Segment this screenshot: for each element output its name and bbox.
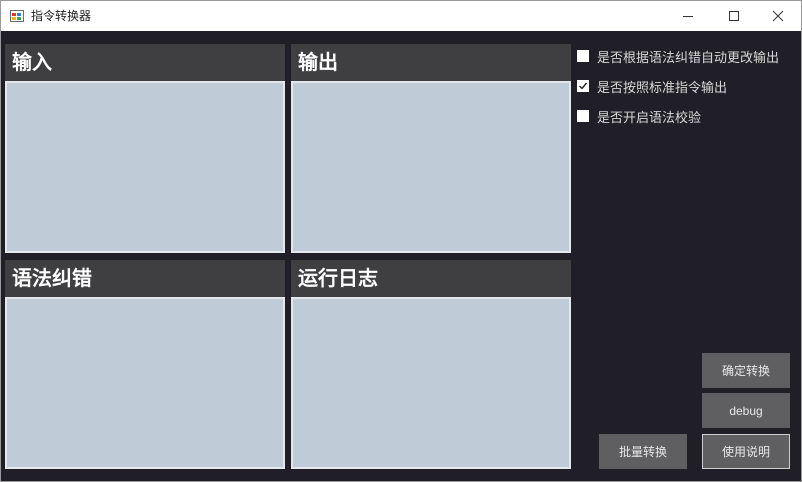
window-title: 指令转换器: [31, 9, 92, 23]
option-grammar-check[interactable]: 是否开启语法校验: [577, 107, 702, 126]
input-panel-title: 输入: [5, 44, 285, 81]
debug-button[interactable]: debug: [702, 393, 790, 428]
app-window: 指令转换器 输入 输出 语法纠错 运行日志 是否根据语法纠错自动更改输出 是否按…: [0, 0, 802, 482]
option-standard-output[interactable]: 是否按照标准指令输出: [577, 77, 728, 96]
grammar-check-checkbox[interactable]: [577, 110, 589, 122]
grammar-panel: 语法纠错: [5, 260, 285, 469]
batch-convert-button[interactable]: 批量转换: [599, 434, 687, 469]
grammar-panel-title: 语法纠错: [5, 260, 285, 297]
output-panel: 输出: [291, 44, 571, 253]
client-area: 输入 输出 语法纠错 运行日志 是否根据语法纠错自动更改输出 是否按照标准指令输…: [1, 31, 801, 481]
grammar-textbox[interactable]: [5, 297, 285, 469]
standard-output-checkbox[interactable]: [577, 80, 589, 92]
minimize-button[interactable]: [665, 1, 711, 31]
maximize-icon: [729, 11, 739, 21]
confirm-convert-button[interactable]: 确定转换: [702, 353, 790, 388]
output-panel-title: 输出: [291, 44, 571, 81]
title-bar[interactable]: 指令转换器: [1, 1, 801, 31]
log-textbox[interactable]: [291, 297, 571, 469]
log-panel: 运行日志: [291, 260, 571, 469]
close-icon: [772, 10, 784, 22]
auto-correct-checkbox[interactable]: [577, 50, 589, 62]
input-textbox[interactable]: [5, 81, 285, 253]
auto-correct-label: 是否根据语法纠错自动更改输出: [597, 50, 780, 66]
checkmark-icon: [579, 82, 588, 90]
minimize-icon: [683, 16, 693, 17]
app-window-icon: [10, 10, 24, 22]
option-auto-correct[interactable]: 是否根据语法纠错自动更改输出: [577, 47, 780, 66]
maximize-button[interactable]: [711, 1, 757, 31]
log-panel-title: 运行日志: [291, 260, 571, 297]
input-panel: 输入: [5, 44, 285, 253]
close-button[interactable]: [755, 1, 801, 31]
grammar-check-label: 是否开启语法校验: [597, 110, 702, 126]
standard-output-label: 是否按照标准指令输出: [597, 80, 728, 96]
help-button[interactable]: 使用说明: [702, 434, 790, 469]
output-textbox[interactable]: [291, 81, 571, 253]
